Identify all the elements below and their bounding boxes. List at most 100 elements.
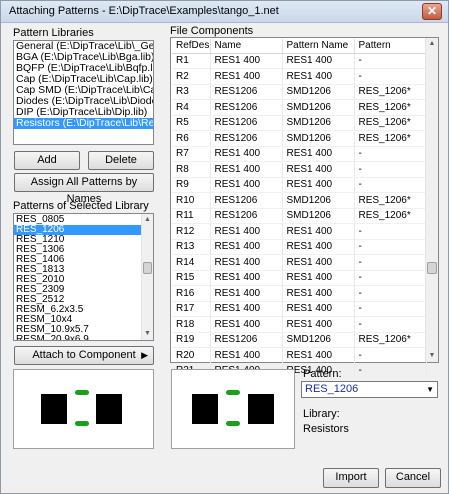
table-row[interactable]: R12 RES1 400 RES1 400- — [172, 223, 427, 240]
import-button[interactable]: Import — [323, 468, 379, 488]
pattern-item[interactable]: RESM_20.9x6.9 — [14, 335, 141, 341]
cell-pattern: RES_1206* — [354, 84, 427, 100]
cell-pattern-name: SMD1206 — [282, 130, 355, 147]
column-header-pattern-name[interactable]: Pattern Name — [282, 39, 355, 54]
pin-top — [75, 390, 89, 395]
close-button[interactable]: ✕ — [422, 3, 442, 20]
delete-library-button[interactable]: Delete — [88, 151, 154, 170]
chevron-down-icon[interactable]: ▼ — [426, 382, 434, 397]
cancel-button[interactable]: Cancel — [385, 468, 441, 488]
cell-name: RES1206 — [210, 332, 283, 348]
pattern-preview-left — [13, 369, 154, 449]
scroll-down-arrow-icon[interactable]: ▼ — [142, 328, 153, 340]
cell-pattern: RES_1206* — [354, 99, 427, 116]
cell-pattern-name: SMD1206 — [282, 115, 355, 131]
table-row[interactable]: R15 RES1 400 RES1 400- — [172, 270, 427, 286]
components-table[interactable]: RefDes Name Pattern Name Pattern R1 RES1 … — [172, 39, 427, 379]
column-header-pattern[interactable]: Pattern — [354, 39, 427, 54]
arrow-right-icon: ▶ — [141, 350, 148, 360]
pad-left — [41, 394, 67, 424]
table-row[interactable]: R11 RES1206 SMD1206 RES_1206* — [172, 208, 427, 224]
cell-pattern: - — [354, 68, 427, 85]
cell-refdes: R16 — [172, 285, 211, 302]
library-value: Resistors — [303, 423, 349, 435]
table-row[interactable]: R3 RES1206 SMD1206 RES_1206* — [172, 84, 427, 100]
cell-name: RES1206 — [210, 192, 283, 209]
column-header-name[interactable]: Name — [210, 39, 283, 54]
cell-refdes: R7 — [172, 146, 211, 162]
cell-pattern: - — [354, 363, 427, 379]
pattern-select-value: RES_1206 — [305, 383, 359, 395]
table-row[interactable]: R19 RES1206 SMD1206 RES_1206* — [172, 332, 427, 348]
table-row[interactable]: R6 RES1206 SMD1206 RES_1206* — [172, 130, 427, 147]
cell-name: RES1 400 — [210, 177, 283, 193]
cell-refdes: R2 — [172, 68, 211, 85]
scroll-up-arrow-icon[interactable]: ▲ — [142, 214, 153, 226]
cell-pattern-name: SMD1206 — [282, 208, 355, 224]
cell-pattern: RES_1206* — [354, 332, 427, 348]
cell-pattern: - — [354, 161, 427, 178]
cell-refdes: R3 — [172, 84, 211, 100]
pad-right — [96, 394, 122, 424]
column-header-refdes[interactable]: RefDes — [172, 39, 211, 54]
cell-pattern-name: RES1 400 — [282, 347, 355, 364]
cell-pattern-name: RES1 400 — [282, 146, 355, 162]
table-row[interactable]: R5 RES1206 SMD1206 RES_1206* — [172, 115, 427, 131]
table-row[interactable]: R16 RES1 400 RES1 400- — [172, 285, 427, 302]
cell-pattern-name: RES1 400 — [282, 161, 355, 178]
table-row[interactable]: R1 RES1 400 RES1 400- — [172, 53, 427, 69]
attach-button-label: Attach to Component — [32, 349, 136, 361]
file-components-label: File Components — [170, 25, 254, 37]
table-row[interactable]: R10 RES1206 SMD1206 RES_1206* — [172, 192, 427, 209]
table-row[interactable]: R9 RES1 400 RES1 400- — [172, 177, 427, 193]
table-row[interactable]: R8 RES1 400 RES1 400- — [172, 161, 427, 178]
cell-pattern: - — [354, 254, 427, 271]
patterns-list[interactable]: RES_0805 RES_1206 RES_1210 RES_1306 RES_1406… — [13, 213, 154, 341]
cell-pattern: - — [354, 270, 427, 286]
cell-refdes: R13 — [172, 239, 211, 255]
cell-name: RES1 400 — [210, 347, 283, 364]
patterns-scrollbar[interactable]: ▲ ▼ — [141, 214, 153, 340]
cell-name: RES1206 — [210, 84, 283, 100]
cell-name: RES1206 — [210, 208, 283, 224]
cell-pattern: RES_1206* — [354, 208, 427, 224]
table-scroll-thumb[interactable] — [427, 262, 437, 274]
attach-to-component-button[interactable]: Attach to Component ▶ — [14, 346, 154, 365]
cell-pattern: - — [354, 146, 427, 162]
cell-pattern-name: RES1 400 — [282, 285, 355, 302]
cell-refdes: R12 — [172, 223, 211, 240]
cell-refdes: R6 — [172, 130, 211, 147]
cell-refdes: R9 — [172, 177, 211, 193]
table-row[interactable]: R18 RES1 400 RES1 400- — [172, 316, 427, 333]
cell-refdes: R11 — [172, 208, 211, 224]
attaching-patterns-dialog: Attaching Patterns - E:\DipTrace\Example… — [0, 0, 449, 494]
assign-all-patterns-button[interactable]: Assign All Patterns by Names — [14, 173, 154, 205]
table-row[interactable]: R2 RES1 400 RES1 400- — [172, 68, 427, 85]
cell-pattern-name: RES1 400 — [282, 301, 355, 317]
cell-pattern-name: RES1 400 — [282, 239, 355, 255]
cell-name: RES1 400 — [210, 161, 283, 178]
cell-pattern: - — [354, 177, 427, 193]
pattern-libraries-label: Pattern Libraries — [13, 27, 94, 39]
table-row[interactable]: R7 RES1 400 RES1 400- — [172, 146, 427, 162]
table-row[interactable]: R20 RES1 400 RES1 400- — [172, 347, 427, 364]
table-row[interactable]: R17 RES1 400 RES1 400- — [172, 301, 427, 317]
cell-pattern-name: SMD1206 — [282, 332, 355, 348]
cell-pattern-name: SMD1206 — [282, 84, 355, 100]
components-scrollbar[interactable]: ▲ ▼ — [425, 38, 438, 362]
pattern-libraries-list[interactable]: General (E:\DipTrace\Lib\_GeneraBGA (E:\… — [13, 40, 154, 145]
table-row[interactable]: R4 RES1206 SMD1206 RES_1206* — [172, 99, 427, 116]
scroll-thumb[interactable] — [143, 262, 152, 274]
add-library-button[interactable]: Add — [14, 151, 80, 170]
pattern-preview-right — [171, 369, 295, 449]
cell-refdes: R19 — [172, 332, 211, 348]
cell-pattern-name: SMD1206 — [282, 99, 355, 116]
table-row[interactable]: R13 RES1 400 RES1 400- — [172, 239, 427, 255]
cell-pattern: RES_1206* — [354, 192, 427, 209]
table-row[interactable]: R14 RES1 400 RES1 400- — [172, 254, 427, 271]
library-item[interactable]: Resistors (E:\DipTrace\Lib\Res.lib) — [14, 118, 153, 129]
table-scroll-down-icon[interactable]: ▼ — [426, 350, 438, 362]
cell-name: RES1 400 — [210, 270, 283, 286]
table-scroll-up-icon[interactable]: ▲ — [426, 38, 438, 50]
pattern-select[interactable]: RES_1206 ▼ — [301, 381, 438, 398]
